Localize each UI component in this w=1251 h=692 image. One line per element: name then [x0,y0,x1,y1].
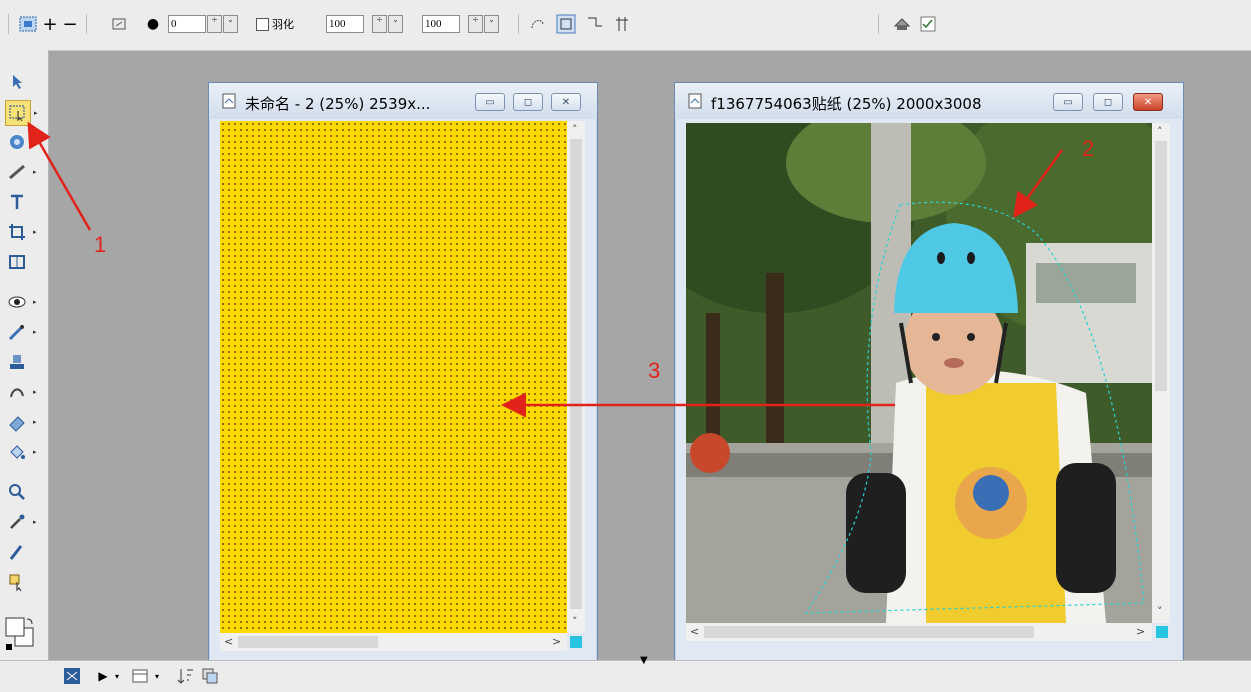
play-icon[interactable]: ▶ [94,666,112,686]
arrow-1 [27,121,92,231]
chevron-down-icon[interactable]: ▾ [152,666,162,686]
layers-icon[interactable] [200,666,220,686]
annotation-overlay [27,121,1064,418]
chevron-down-icon[interactable]: ▾ [112,666,122,686]
annotation-label-2: 2 [1082,136,1095,161]
splitter-handle-icon[interactable]: ▼ [640,655,648,666]
bottom-toolbar: ▼ ▶ ▾ ▾ [0,655,1251,692]
annotation-label-3: 3 [648,358,661,383]
annotation-label-1: 1 [94,232,107,257]
frames-icon[interactable] [130,666,150,686]
arrow-2 [1013,149,1064,219]
image-icon[interactable] [62,666,82,686]
sort-icon[interactable] [176,666,196,686]
